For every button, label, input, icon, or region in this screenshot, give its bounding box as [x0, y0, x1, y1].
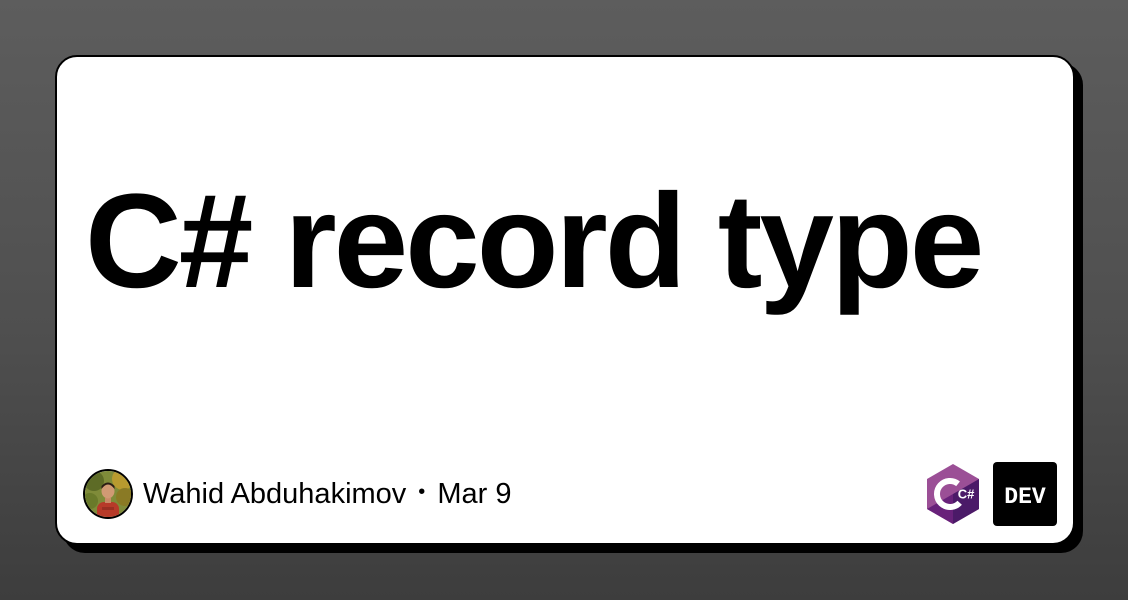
author-avatar[interactable] — [83, 469, 133, 519]
dev-logo-label: DEV — [1004, 484, 1046, 510]
dev-logo-icon[interactable]: DEV — [993, 462, 1057, 526]
post-title[interactable]: C# record type — [85, 175, 984, 309]
author-name[interactable]: Wahid Abduhakimov — [143, 478, 406, 511]
author-meta: Wahid Abduhakimov • Mar 9 — [83, 467, 511, 521]
meta-separator: • — [418, 480, 426, 503]
post-card[interactable]: C# record type Wahid Abduhakimov • Mar 9 — [55, 55, 1075, 545]
csharp-logo-label: C# — [958, 487, 975, 502]
csharp-logo-icon[interactable]: C# — [925, 463, 981, 525]
logo-group: C# DEV — [925, 462, 1057, 526]
post-date: Mar 9 — [437, 477, 512, 510]
author-photo-icon — [85, 471, 131, 517]
